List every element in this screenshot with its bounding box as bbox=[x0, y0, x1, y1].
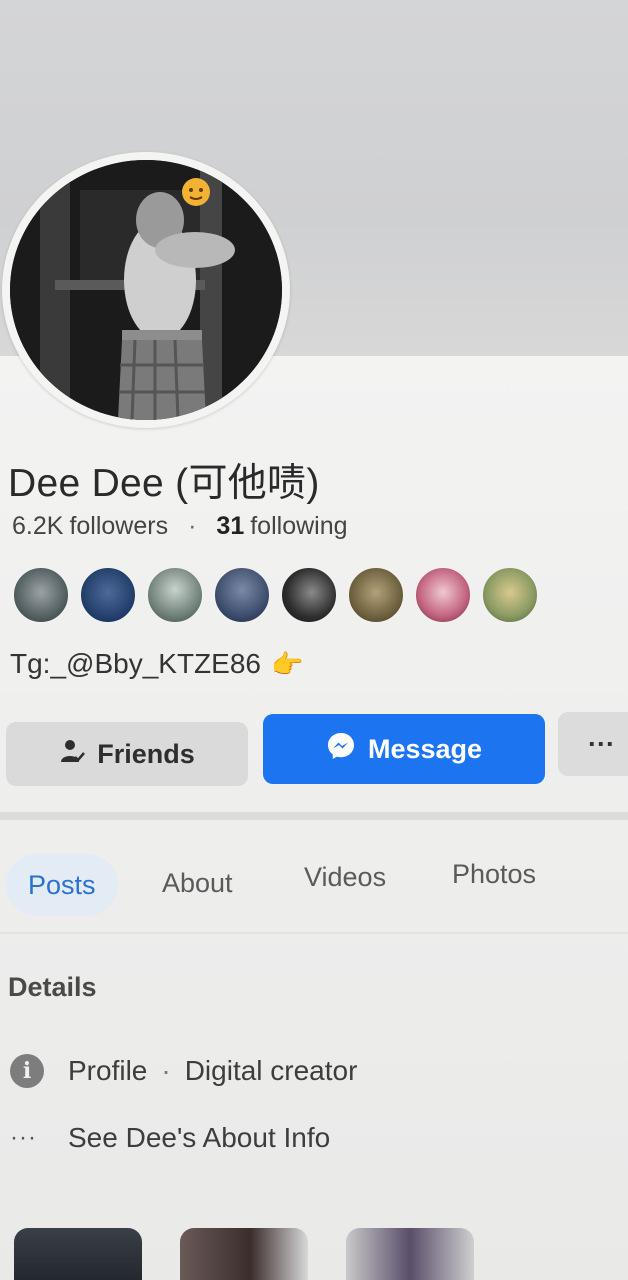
mutual-friends-row bbox=[12, 566, 539, 624]
messenger-icon bbox=[326, 731, 356, 768]
friend-avatar[interactable] bbox=[213, 566, 271, 624]
profile-avatar[interactable] bbox=[10, 160, 282, 420]
friend-avatar[interactable] bbox=[146, 566, 204, 624]
tabs-underline bbox=[0, 932, 628, 934]
message-button-label: Message bbox=[367, 733, 483, 764]
following-count[interactable]: 31 bbox=[216, 512, 244, 541]
pointing-hand-icon: 👉 bbox=[270, 648, 304, 679]
friend-avatar[interactable] bbox=[280, 566, 338, 624]
featured-thumbnail[interactable] bbox=[346, 1228, 474, 1280]
featured-thumbnails bbox=[0, 1228, 628, 1280]
stats-separator: · bbox=[188, 512, 197, 540]
message-button[interactable]: Message bbox=[263, 714, 545, 784]
following-label[interactable]: following bbox=[250, 512, 347, 541]
detail-separator: · bbox=[161, 1055, 171, 1086]
profile-category-row: i Profile · Digital creator bbox=[10, 1054, 357, 1088]
friends-button[interactable]: Friends bbox=[6, 722, 248, 786]
follow-stats: 6.2K followers · 31 following bbox=[12, 512, 348, 541]
section-divider bbox=[0, 812, 628, 820]
details-heading: Details bbox=[8, 972, 97, 1002]
friend-avatar[interactable] bbox=[414, 566, 472, 624]
friend-avatar[interactable] bbox=[79, 566, 137, 624]
tab-photos[interactable]: Photos bbox=[430, 843, 558, 905]
more-options-button[interactable]: ··· bbox=[558, 712, 628, 776]
tab-videos[interactable]: Videos bbox=[282, 846, 408, 908]
ellipsis-icon: ··· bbox=[588, 728, 615, 759]
tab-posts[interactable]: Posts bbox=[6, 854, 118, 916]
followers-label[interactable]: followers bbox=[69, 512, 168, 541]
featured-thumbnail[interactable] bbox=[180, 1228, 308, 1280]
bio-text: Tg:_@Bby_KTZE86 bbox=[10, 648, 261, 679]
profile-label: Profile bbox=[68, 1055, 148, 1086]
profile-category: Digital creator bbox=[184, 1055, 358, 1086]
profile-name: Dee Dee (可他啧) bbox=[8, 462, 320, 505]
friend-avatar[interactable] bbox=[481, 566, 539, 624]
avatar-photo bbox=[10, 160, 282, 420]
ellipsis-icon: ··· bbox=[10, 1124, 37, 1151]
featured-thumbnail[interactable] bbox=[14, 1228, 142, 1280]
person-check-icon bbox=[59, 738, 86, 771]
info-icon: i bbox=[10, 1054, 44, 1088]
profile-tabs: Posts About Videos Photos bbox=[0, 850, 628, 920]
bio: Tg:_@Bby_KTZE86 👉 bbox=[10, 648, 303, 680]
tab-about[interactable]: About bbox=[140, 852, 255, 914]
friend-avatar[interactable] bbox=[347, 566, 405, 624]
followers-count[interactable]: 6.2K bbox=[12, 512, 63, 541]
about-info-link[interactable]: See Dee's About Info bbox=[68, 1122, 330, 1154]
about-info-row[interactable]: ··· See Dee's About Info bbox=[10, 1122, 330, 1154]
friends-button-label: Friends bbox=[97, 738, 195, 769]
friend-avatar[interactable] bbox=[12, 566, 70, 624]
